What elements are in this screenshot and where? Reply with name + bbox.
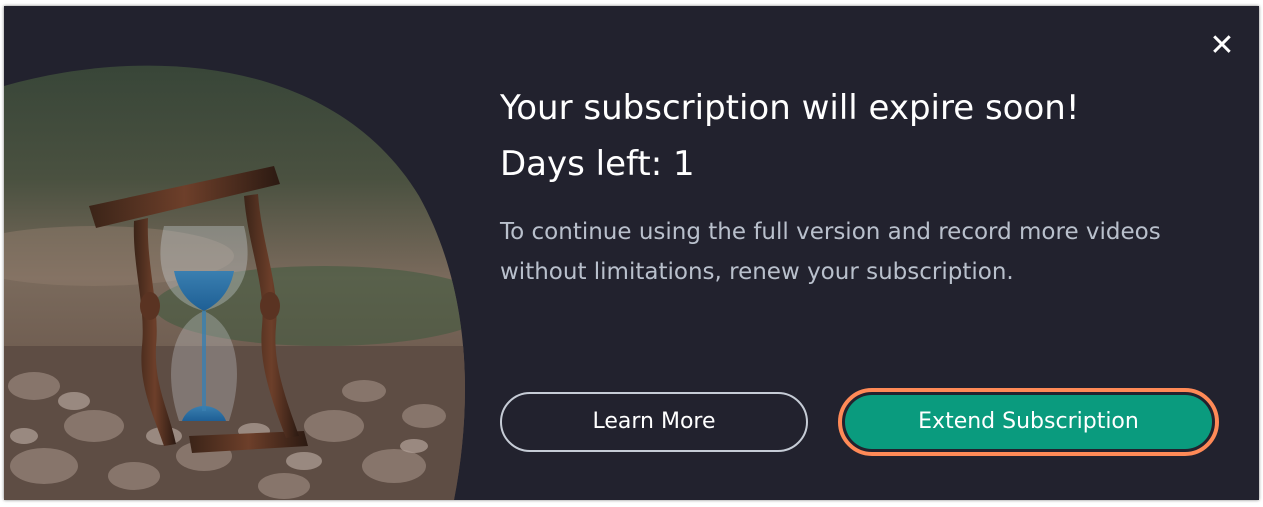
dialog-description: To continue using the full version and r… [500,219,1161,285]
days-left-label: Days left: 1 [500,144,695,184]
hourglass-hero-image [4,6,474,500]
learn-more-button[interactable]: Learn More [500,392,808,452]
close-icon[interactable]: ✕ [1206,30,1238,62]
dialog-title: Your subscription will expire soon! [500,88,1080,128]
extend-subscription-button[interactable]: Extend Subscription [845,395,1212,449]
subscription-expiry-dialog: ✕ Your subscription will expire soon! Da… [4,6,1259,500]
